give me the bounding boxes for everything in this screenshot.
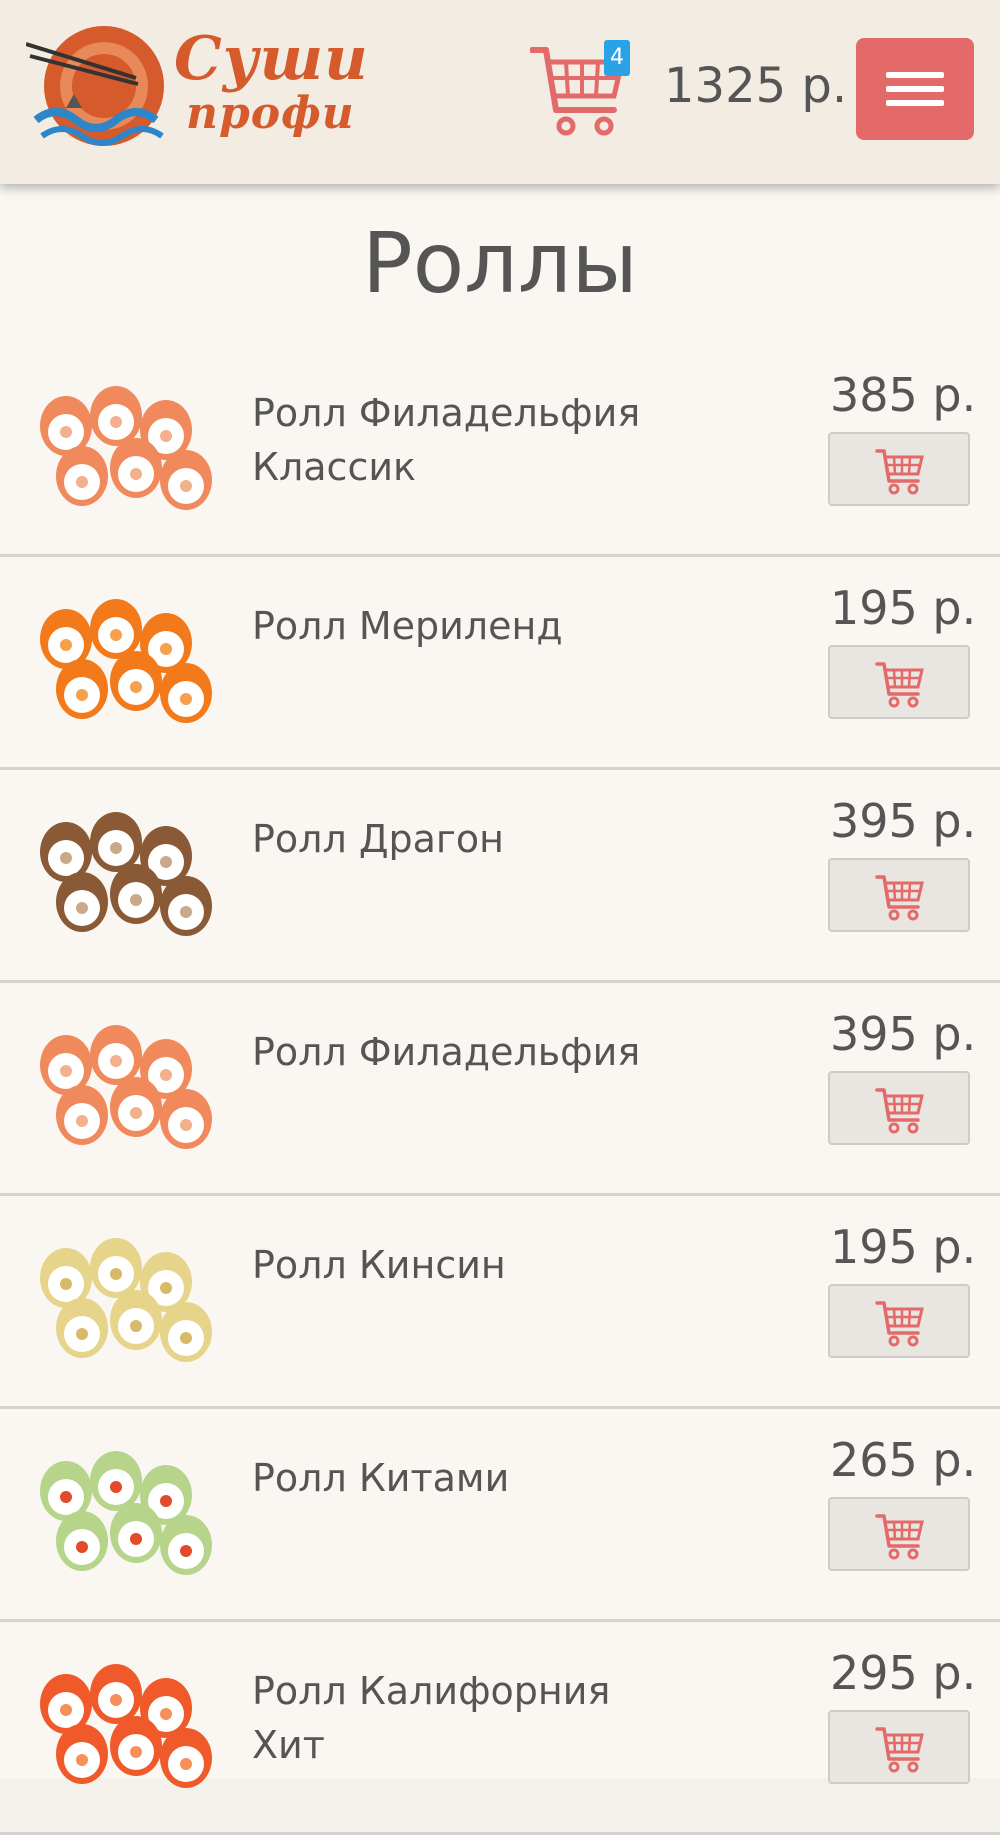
cucumber-roll-image (40, 1451, 212, 1575)
cart-icon (875, 1727, 924, 1773)
add-to-cart-button[interactable] (828, 432, 970, 506)
logo[interactable]: Суши профи (25, 24, 386, 154)
product-price: 195 р. (830, 1220, 977, 1274)
list-item[interactable]: Ролл Кинсин 195 р. (0, 1196, 1000, 1409)
header-cart-button[interactable]: 4 (529, 40, 630, 140)
cart-icon (875, 1514, 924, 1560)
product-name[interactable]: Ролл Драгон (252, 812, 672, 866)
product-price: 395 р. (830, 1007, 977, 1061)
add-to-cart-button[interactable] (828, 858, 970, 932)
header: Суши профи 4 1325 р. (0, 0, 1000, 184)
logo-sun-icon (25, 26, 164, 146)
logo-text-line2: профи (186, 88, 355, 139)
product-price: 395 р. (830, 794, 977, 848)
list-item[interactable]: Ролл Филадельфия Классик 385 р. (0, 344, 1000, 557)
product-price: 265 р. (830, 1433, 977, 1487)
main-content: Роллы Ролл Филадельфия Классик 385 р. Ро… (0, 184, 1000, 1835)
product-name[interactable]: Ролл Калифорния Хит (252, 1664, 672, 1772)
list-item[interactable]: Ролл Китами 265 р. (0, 1409, 1000, 1622)
product-price: 385 р. (830, 368, 977, 422)
product-image[interactable] (24, 1437, 214, 1585)
salmon-roll-image (40, 1025, 212, 1149)
add-to-cart-button[interactable] (828, 1497, 970, 1571)
cart-count-badge: 4 (604, 40, 630, 76)
product-name[interactable]: Ролл Китами (252, 1451, 672, 1505)
add-to-cart-button[interactable] (828, 1071, 970, 1145)
cart-total: 1325 р. (664, 58, 848, 114)
cart-icon (875, 1088, 924, 1134)
add-to-cart-button[interactable] (828, 1710, 970, 1784)
product-image[interactable] (24, 585, 214, 733)
list-item[interactable]: Ролл Драгон 395 р. (0, 770, 1000, 983)
product-name[interactable]: Ролл Филадельфия Классик (252, 386, 672, 494)
add-to-cart-button[interactable] (828, 645, 970, 719)
product-list: Ролл Филадельфия Классик 385 р. Ролл Мер… (0, 344, 1000, 1835)
product-image[interactable] (24, 372, 214, 520)
list-item[interactable]: Ролл Калифорния Хит 295 р. (0, 1622, 1000, 1835)
list-item[interactable]: Ролл Филадельфия 395 р. (0, 983, 1000, 1196)
product-name[interactable]: Ролл Филадельфия (252, 1025, 672, 1079)
omelette-roll-image (40, 1238, 212, 1362)
cart-icon (875, 875, 924, 921)
product-name[interactable]: Ролл Кинсин (252, 1238, 672, 1292)
page-title: Роллы (362, 214, 638, 312)
product-image[interactable] (24, 1011, 214, 1159)
product-image[interactable] (24, 1650, 214, 1798)
salmon-roll-image (40, 386, 212, 510)
product-name[interactable]: Ролл Мериленд (252, 599, 672, 653)
orange-roe-roll-image (40, 599, 212, 723)
product-image[interactable] (24, 1224, 214, 1372)
eel-roll-image (40, 812, 212, 936)
logo-text-line1: Суши (174, 24, 369, 94)
hamburger-icon (886, 72, 944, 78)
product-image[interactable] (24, 798, 214, 946)
product-price: 195 р. (830, 581, 977, 635)
roe-roll-image (40, 1664, 212, 1788)
cart-icon (875, 662, 924, 708)
menu-button[interactable] (856, 38, 974, 140)
cart-icon (875, 449, 924, 495)
cart-icon (875, 1301, 924, 1347)
add-to-cart-button[interactable] (828, 1284, 970, 1358)
product-price: 295 р. (830, 1646, 977, 1700)
list-item[interactable]: Ролл Мериленд 195 р. (0, 557, 1000, 770)
